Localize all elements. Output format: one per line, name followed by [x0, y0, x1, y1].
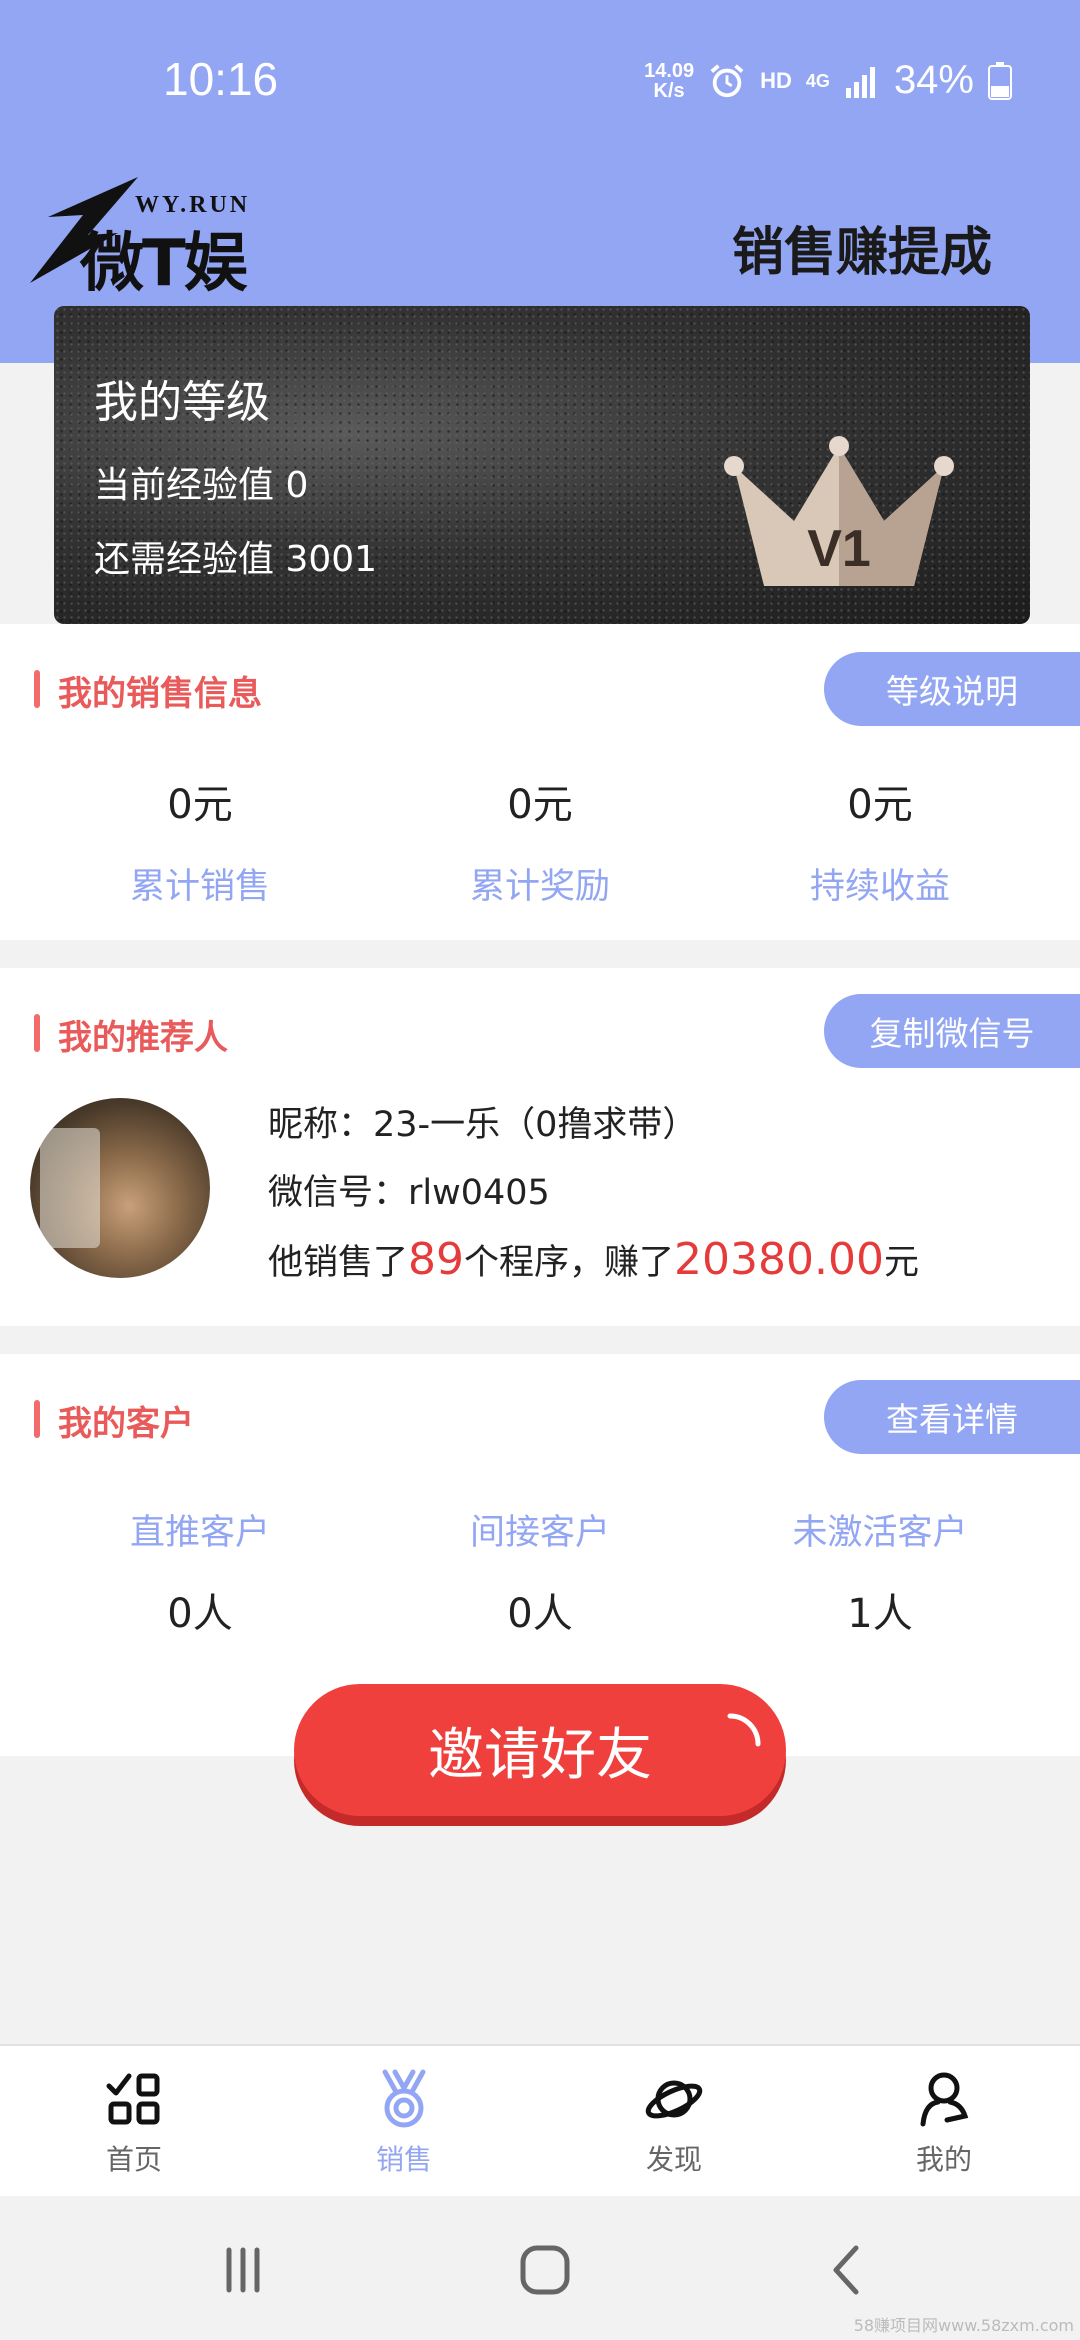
stat-indirect-customers: 间接客户 0人 [390, 1504, 690, 1639]
invite-label: 邀请好友 [428, 1722, 652, 1788]
stat-value: 0人 [167, 1591, 233, 1637]
stat-continuous-income: 0元 持续收益 [730, 772, 1030, 909]
back-icon[interactable] [818, 2240, 878, 2300]
stat-value: 0元 [507, 782, 573, 828]
status-indicators: 14.09 K/s HD 4G 34% [644, 58, 1012, 103]
stat-value: 0元 [167, 782, 233, 828]
grid-check-icon [106, 2073, 160, 2125]
system-navbar: 58赚项目网www.58zxm.com [0, 2196, 1080, 2340]
stat-label: 持续收益 [809, 867, 950, 907]
user-icon [920, 2072, 969, 2127]
referrer-avatar [30, 1098, 210, 1278]
tab-label: 销售 [375, 2143, 432, 2176]
level-info-button[interactable]: 等级说明 [824, 652, 1080, 726]
stat-inactive-customers: 未激活客户 1人 [730, 1504, 1030, 1639]
stat-label: 累计销售 [129, 867, 270, 907]
alarm-icon [710, 63, 744, 97]
sales-title: 我的销售信息 [34, 666, 262, 715]
level-card: 我的等级 当前经验值 0 还需经验值 3001 V1 [54, 306, 1030, 624]
stat-value: 0元 [847, 782, 913, 828]
logo-text: 微T娱 [80, 227, 248, 301]
sparkle-icon [727, 1713, 761, 1747]
referrer-title: 我的推荐人 [34, 1010, 228, 1059]
battery-percent: 34% [893, 58, 974, 102]
status-bar: 10:16 14.09 K/s HD 4G 34% [0, 0, 1080, 150]
stat-label: 直推客户 [129, 1513, 270, 1553]
stat-value: 1人 [847, 1591, 913, 1637]
needed-exp: 还需经验值 3001 [94, 539, 378, 580]
referrer-wechat: 微信号：rlw0405 [268, 1173, 550, 1213]
recent-apps-icon[interactable] [213, 2240, 273, 2300]
home-icon[interactable] [515, 2240, 575, 2300]
net-speed: 14.09 K/s [644, 59, 695, 102]
stat-label: 间接客户 [469, 1513, 610, 1553]
page-title: 销售赚提成 [731, 223, 992, 283]
invite-friends-button[interactable]: 邀请好友 [294, 1684, 786, 1816]
stat-value: 0人 [507, 1591, 573, 1637]
sales-section: 我的销售信息 等级说明 0元 累计销售 0元 累计奖励 0元 持续收益 [0, 624, 1080, 940]
current-exp: 当前经验值 0 [94, 465, 309, 506]
referrer-sales-summary: 他销售了89个程序，赚了20380.00元 [268, 1234, 919, 1285]
level-badge: V1 [807, 520, 871, 578]
status-time: 10:16 [163, 53, 279, 105]
referrer-section: 我的推荐人 复制微信号 昵称：23-一乐（0撸求带） 微信号：rlw0405 他… [0, 968, 1080, 1326]
tab-label: 我的 [915, 2143, 972, 2176]
network-type: 4G [805, 70, 830, 91]
medal-icon [382, 2069, 426, 2128]
stat-label: 累计奖励 [469, 867, 610, 907]
tab-home[interactable]: 首页 [44, 2068, 224, 2178]
sold-count: 89 [408, 1234, 465, 1285]
battery-icon [988, 61, 1012, 100]
level-title: 我的等级 [94, 377, 270, 428]
stat-total-sales: 0元 累计销售 [50, 772, 350, 909]
planet-icon [645, 2080, 703, 2119]
hd-indicator: HD [760, 67, 792, 93]
earned-amount: 20380.00 [674, 1234, 884, 1285]
referrer-nickname: 昵称：23-一乐（0撸求带） [268, 1105, 698, 1145]
stat-label: 未激活客户 [792, 1513, 968, 1553]
tab-label: 首页 [105, 2143, 162, 2176]
tab-sales[interactable]: 销售 [314, 2068, 494, 2178]
copy-wechat-button[interactable]: 复制微信号 [824, 994, 1080, 1068]
tab-discover[interactable]: 发现 [584, 2068, 764, 2178]
bottom-tabbar: 首页 销售 发现 我的 [0, 2044, 1080, 2196]
signal-icon [845, 66, 875, 98]
watermark: 58赚项目网www.58zxm.com [853, 2316, 1074, 2335]
view-details-button[interactable]: 查看详情 [824, 1380, 1080, 1454]
customers-title: 我的客户 [34, 1396, 194, 1445]
stat-direct-customers: 直推客户 0人 [50, 1504, 350, 1639]
stat-total-reward: 0元 累计奖励 [390, 772, 690, 909]
crown-icon: V1 [724, 436, 954, 586]
tab-label: 发现 [645, 2143, 702, 2176]
tab-mine[interactable]: 我的 [854, 2068, 1034, 2178]
